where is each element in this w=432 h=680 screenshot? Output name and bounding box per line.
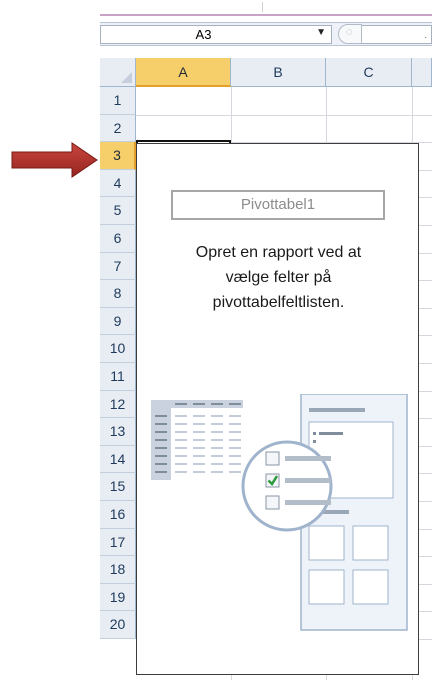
red-arrow-icon: [11, 142, 98, 178]
pivot-instructions-line: Opret en rapport ved at: [195, 244, 362, 261]
strip-divider: [262, 2, 263, 12]
pivot-table-name: Pivottabel1: [171, 190, 385, 220]
row-header-18[interactable]: 18: [100, 556, 136, 584]
row-header-16[interactable]: 16: [100, 501, 136, 529]
row-header-1[interactable]: 1: [100, 87, 136, 115]
mini-table-icon: [151, 400, 243, 480]
fx-icon[interactable]: ◌: [338, 24, 362, 44]
title-accent-line: [100, 14, 432, 16]
row-header-13[interactable]: 13: [100, 418, 136, 446]
row-header-7[interactable]: 7: [100, 252, 136, 281]
row-header-2[interactable]: 2: [100, 114, 136, 143]
pivot-instructions-line: vælge felter på: [225, 269, 332, 286]
row-header-17[interactable]: 17: [100, 528, 136, 557]
formula-input[interactable]: .: [362, 25, 432, 44]
row-gridline: [136, 114, 432, 116]
pivot-instructions: Opret en rapport ved at vælge felter på …: [147, 240, 410, 315]
pivot-instructions-line: pivottabelfeltlisten.: [212, 294, 345, 311]
select-all-corner-icon[interactable]: [100, 58, 136, 87]
row-header-3[interactable]: 3: [100, 142, 136, 170]
row-header-8[interactable]: 8: [100, 280, 136, 308]
row-header-12[interactable]: 12: [100, 390, 136, 419]
pivot-field-list-illustration: [151, 394, 408, 631]
row-header-9[interactable]: 9: [100, 307, 136, 336]
name-box[interactable]: A3 ▼: [100, 25, 332, 44]
row-header-20[interactable]: 20: [100, 611, 136, 639]
row-header-19[interactable]: 19: [100, 583, 136, 612]
formula-bar: A3 ▼ ◌ .: [100, 22, 432, 46]
column-header-partial[interactable]: [412, 58, 432, 87]
checkbox-list-magnifier-icon: [241, 440, 333, 532]
row-header-10[interactable]: 10: [100, 335, 136, 363]
column-header-c[interactable]: C: [326, 58, 412, 87]
window-top-strip: [100, 0, 432, 22]
row-header-5[interactable]: 5: [100, 197, 136, 225]
name-box-value: A3: [195, 27, 212, 42]
row-header-6[interactable]: 6: [100, 225, 136, 253]
chevron-down-icon[interactable]: ▼: [316, 27, 326, 38]
row-header-11[interactable]: 11: [100, 363, 136, 391]
row-header-4[interactable]: 4: [100, 169, 136, 198]
pivot-table-placeholder[interactable]: Pivottabel1 Opret en rapport ved at vælg…: [136, 143, 419, 675]
column-header-b[interactable]: B: [231, 58, 326, 87]
column-header-a[interactable]: A: [136, 58, 231, 87]
row-header-15[interactable]: 15: [100, 473, 136, 501]
row-header-14[interactable]: 14: [100, 445, 136, 474]
